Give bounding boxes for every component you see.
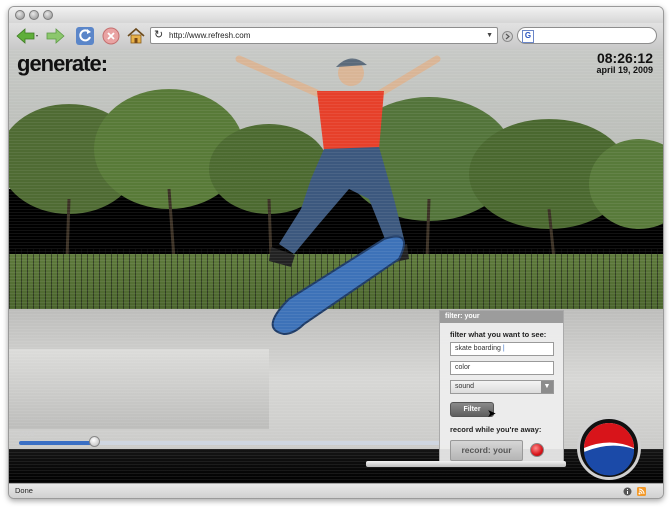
filter-input-primary-value: skate boarding [455, 345, 501, 352]
back-button[interactable] [15, 26, 39, 46]
chevron-down-icon[interactable]: ▼ [486, 28, 493, 43]
reload-icon[interactable]: ↻ [154, 29, 163, 42]
text-caret: | [500, 345, 505, 352]
google-icon[interactable]: G [522, 30, 534, 43]
record-dot-icon[interactable] [530, 443, 544, 457]
address-bar[interactable]: ↻ http://www.refresh.com ▼ [150, 27, 498, 44]
video-stage[interactable]: generate: 08:26:12 april 19, 2009 2009 2… [9, 49, 663, 483]
pepsi-logo-button[interactable] [577, 416, 641, 480]
filter-select[interactable]: sound ▼ [450, 380, 554, 394]
title-bar [9, 7, 663, 23]
clock: 08:26:12 april 19, 2009 [596, 51, 653, 75]
minimize-window-button[interactable] [29, 10, 39, 20]
search-field[interactable]: G [517, 27, 657, 44]
forward-arrow-icon [46, 28, 65, 44]
info-icon[interactable] [623, 487, 632, 496]
back-arrow-icon [16, 28, 38, 44]
url-text: http://www.refresh.com [169, 31, 251, 40]
go-button[interactable] [501, 26, 513, 46]
skater-graphic [235, 55, 441, 336]
browser-window: ↻ http://www.refresh.com ▼ G generate: 0… [8, 6, 664, 499]
home-icon [127, 27, 145, 44]
filter-panel-header: filter: your [440, 311, 563, 323]
stop-button[interactable] [101, 26, 121, 46]
go-icon [501, 30, 513, 42]
timeline-track[interactable] [19, 441, 459, 445]
bottom-handle-bar [366, 461, 566, 467]
filter-select-value: sound [455, 383, 475, 390]
filter-input-secondary[interactable]: color [450, 361, 554, 375]
rss-icon[interactable] [637, 487, 646, 496]
clock-time: 08:26:12 [596, 50, 653, 66]
timeline-start-label: 2009 [19, 431, 35, 438]
filter-panel: filter: your filter what you want to see… [439, 310, 564, 464]
filter-input-primary[interactable]: skate boarding | [450, 342, 554, 356]
mouse-pointer-icon: ➤ [487, 408, 497, 420]
skate-ramp [9, 349, 269, 429]
record-prompt: record while you're away: [450, 425, 542, 434]
refresh-button[interactable] [75, 26, 95, 46]
timeline-scrubber[interactable] [88, 436, 100, 447]
zoom-window-button[interactable] [43, 10, 53, 20]
record-button[interactable]: record: your [450, 440, 523, 461]
chevron-down-icon: ▼ [541, 381, 553, 393]
timeline-progress [19, 441, 94, 445]
home-button[interactable] [126, 26, 146, 46]
stop-icon [102, 27, 120, 45]
clock-date: april 19, 2009 [596, 65, 653, 75]
status-bar: Done [9, 483, 663, 498]
site-logo: generate: [17, 51, 108, 76]
status-text: Done [15, 486, 33, 495]
browser-toolbar: ↻ http://www.refresh.com ▼ G [9, 23, 663, 50]
filter-prompt: filter what you want to see: [450, 330, 547, 339]
pepsi-globe-icon [584, 423, 635, 476]
refresh-icon [76, 27, 94, 45]
close-window-button[interactable] [15, 10, 25, 20]
forward-button[interactable] [44, 26, 66, 46]
